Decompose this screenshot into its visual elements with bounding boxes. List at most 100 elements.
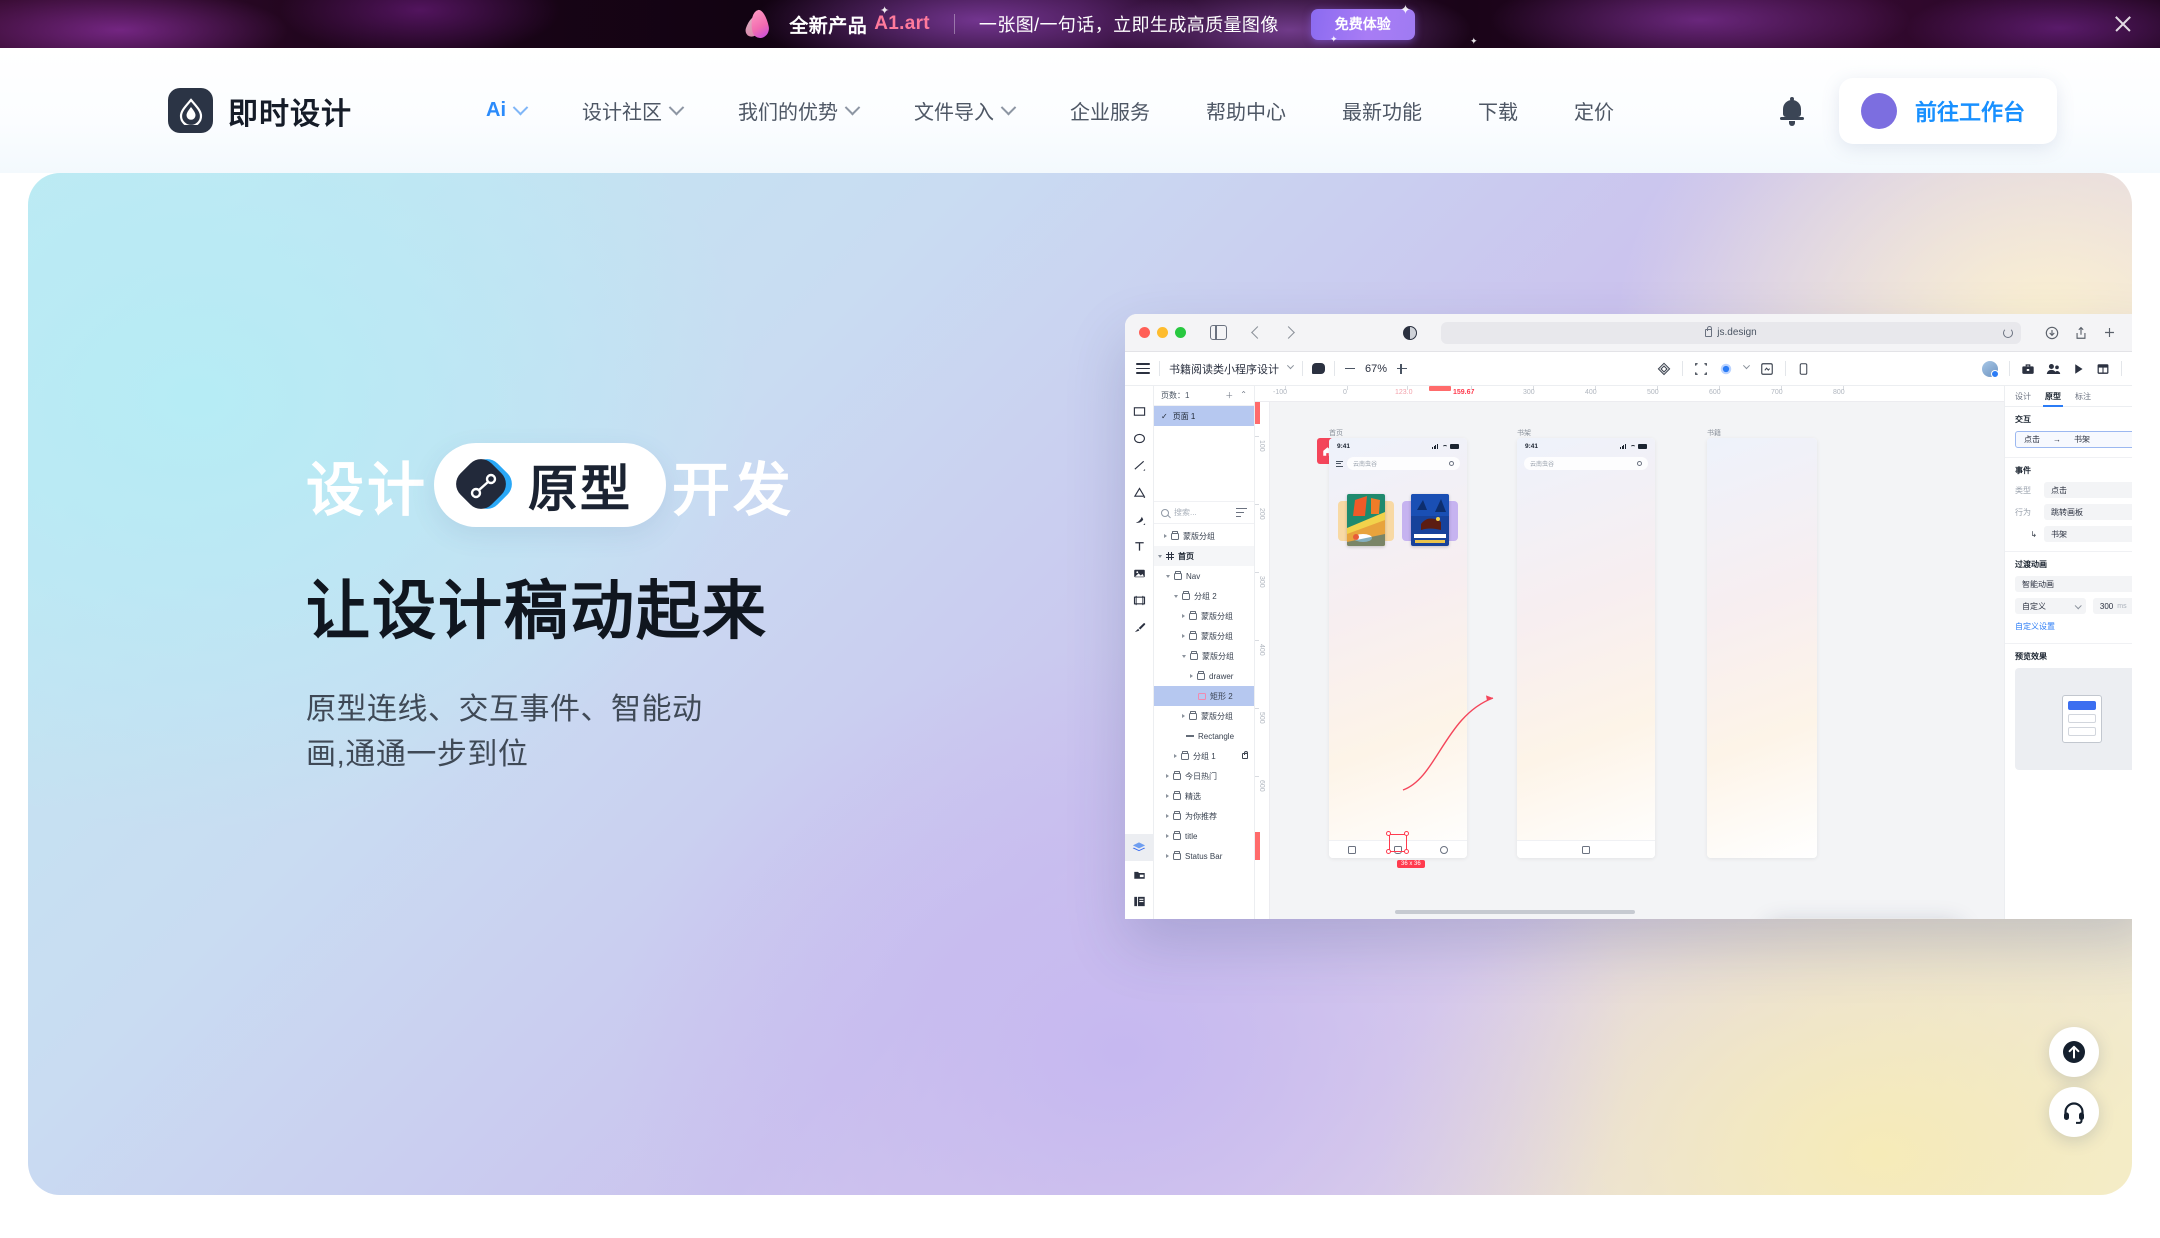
chevron-right-icon[interactable] — [1182, 614, 1185, 618]
artboard-label[interactable]: 书架 — [1517, 428, 1531, 438]
chevron-right-icon[interactable] — [1164, 534, 1167, 538]
menu-icon[interactable] — [1336, 460, 1343, 467]
download-icon[interactable] — [2045, 326, 2059, 340]
layer-row[interactable]: 精选 — [1154, 786, 1254, 806]
bezier-editor-popup[interactable]: 0 0 0.62 1.01 — [1768, 918, 1960, 919]
frame-tool[interactable] — [1125, 587, 1154, 614]
easing-select[interactable]: 自定义 — [2015, 598, 2086, 614]
library-tool[interactable] — [1125, 888, 1154, 915]
frame-select-icon[interactable] — [1694, 362, 1708, 376]
search-bar[interactable]: 云南虫谷 — [1524, 457, 1648, 470]
chevron-right-icon[interactable] — [1174, 754, 1177, 758]
chevron-down-icon[interactable] — [1286, 362, 1295, 370]
layer-row[interactable]: 分组 2 — [1154, 586, 1254, 606]
selection-handle[interactable] — [1386, 831, 1391, 836]
home-tab-icon[interactable] — [1348, 845, 1356, 854]
new-tab-icon[interactable] — [2103, 326, 2116, 339]
artboard-home[interactable]: 9:41 云南虫谷 — [1329, 438, 1467, 858]
home-tab-icon[interactable] — [1582, 845, 1590, 854]
maximize-window-dot[interactable] — [1175, 327, 1186, 338]
custom-settings-link[interactable]: 自定义设置 — [2015, 621, 2055, 632]
bell-icon[interactable] — [1779, 96, 1805, 126]
chevron-down-icon[interactable] — [1158, 554, 1162, 558]
duration-input[interactable]: 300 ms — [2092, 598, 2132, 614]
chevron-up-icon[interactable]: ⌃ — [1240, 390, 1247, 401]
user-avatar[interactable] — [1982, 360, 1999, 378]
tab-annotation[interactable]: 标注 — [2075, 386, 2091, 407]
image-tool[interactable] — [1125, 560, 1154, 587]
chevron-right-icon[interactable] — [1166, 854, 1169, 858]
layer-row[interactable]: 今日热门 — [1154, 766, 1254, 786]
share-icon[interactable] — [2074, 326, 2088, 340]
chevron-down-icon[interactable] — [1166, 574, 1170, 578]
profile-tab-icon[interactable] — [1440, 845, 1448, 854]
nav-item-enterprise[interactable]: 企业服务 — [1042, 96, 1178, 125]
reader-contrast-icon[interactable] — [1403, 325, 1417, 340]
artboard-label[interactable]: 书籍 — [1707, 428, 1721, 438]
chevron-down-icon[interactable] — [1182, 654, 1186, 658]
lock-icon[interactable] — [1242, 751, 1249, 759]
animation-select[interactable]: 智能动画 — [2015, 576, 2132, 592]
layer-row[interactable]: 为你推荐 — [1154, 806, 1254, 826]
layer-row[interactable]: 蒙版分组 — [1154, 706, 1254, 726]
minimize-window-dot[interactable] — [1157, 327, 1168, 338]
go-to-workspace-button[interactable]: 前往工作台 — [1838, 77, 2057, 144]
chevron-right-icon[interactable] — [1166, 814, 1169, 818]
layer-row[interactable]: Status Bar — [1154, 846, 1254, 866]
chevron-down-icon[interactable] — [1174, 594, 1178, 598]
color-swatch-icon[interactable] — [1719, 362, 1733, 376]
layer-row[interactable]: title — [1154, 826, 1254, 846]
zoom-in-icon[interactable] — [1396, 363, 1408, 375]
nav-item-import[interactable]: 文件导入 — [886, 96, 1042, 125]
selection-handle[interactable] — [1404, 849, 1409, 854]
search-input[interactable]: 云南虫谷 — [1347, 457, 1460, 470]
line-tool[interactable] — [1125, 452, 1154, 479]
nav-item-help[interactable]: 帮助中心 — [1178, 96, 1314, 125]
search-bar[interactable]: 云南虫谷 — [1336, 457, 1460, 470]
ellipse-tool[interactable] — [1125, 425, 1154, 452]
brand-logo[interactable]: 即时设计 — [168, 88, 352, 133]
all-tabs-icon[interactable] — [2131, 326, 2132, 339]
forward-arrow-icon[interactable] — [1282, 326, 1295, 339]
page-item-1[interactable]: ✓ 页面 1 — [1154, 406, 1254, 426]
design-canvas[interactable]: -100 0 123.0 159.67 300 400 500 600 700 … — [1255, 386, 2004, 919]
layer-row[interactable]: Rectangle — [1154, 726, 1254, 746]
nav-item-advantages[interactable]: 我们的优势 — [710, 96, 886, 125]
nav-item-community[interactable]: 设计社区 — [554, 96, 710, 125]
layer-row-artboard[interactable]: 首页 — [1154, 546, 1254, 566]
chevron-right-icon[interactable] — [1190, 674, 1193, 678]
comment-icon[interactable] — [1312, 363, 1325, 374]
reload-icon[interactable] — [2003, 327, 2013, 338]
search-input[interactable]: 云南虫谷 — [1524, 457, 1648, 470]
layer-row[interactable]: 蒙版分组 — [1154, 626, 1254, 646]
layer-row-selected[interactable]: 矩形 2 — [1154, 686, 1254, 706]
layer-search[interactable]: 搜索... — [1154, 502, 1254, 524]
export-icon[interactable] — [1760, 362, 1774, 376]
nav-item-ai[interactable]: Ai — [458, 99, 554, 122]
tab-prototype[interactable]: 原型 — [2043, 386, 2063, 407]
pen-tool[interactable] — [1125, 506, 1154, 533]
event-action-select[interactable]: 跳转画板 — [2044, 504, 2132, 520]
artboard-bookshelf[interactable]: 9:41 云南虫谷 我的书架 — [1517, 438, 1655, 858]
support-button[interactable] — [2049, 1087, 2099, 1137]
layer-row[interactable]: 分组 1 — [1154, 746, 1254, 766]
plus-icon[interactable]: ＋ — [1225, 390, 1233, 401]
chevron-right-icon[interactable] — [1166, 834, 1169, 838]
component-icon[interactable] — [1657, 362, 1671, 376]
assets-tool[interactable] — [1125, 861, 1154, 888]
event-type-select[interactable]: 点击 — [2044, 482, 2132, 498]
artboard-books[interactable] — [1707, 438, 1817, 858]
tab-design[interactable]: 设计 — [2015, 386, 2031, 407]
layer-row[interactable]: 蒙版分组 — [1154, 526, 1254, 546]
polygon-tool[interactable] — [1125, 479, 1154, 506]
interaction-item[interactable]: 点击 → 书架 — [2015, 431, 2132, 448]
layer-row[interactable]: drawer — [1154, 666, 1254, 686]
bezier-plot[interactable] — [1768, 918, 1960, 919]
rectangle-tool[interactable] — [1125, 398, 1154, 425]
layer-row[interactable]: 蒙版分组 — [1154, 646, 1254, 666]
layer-row[interactable]: 蒙版分组 — [1154, 606, 1254, 626]
chevron-right-icon[interactable] — [1182, 634, 1185, 638]
chevron-down-icon[interactable] — [1742, 362, 1751, 370]
selection-handle[interactable] — [1404, 831, 1409, 836]
back-arrow-icon[interactable] — [1251, 326, 1264, 339]
